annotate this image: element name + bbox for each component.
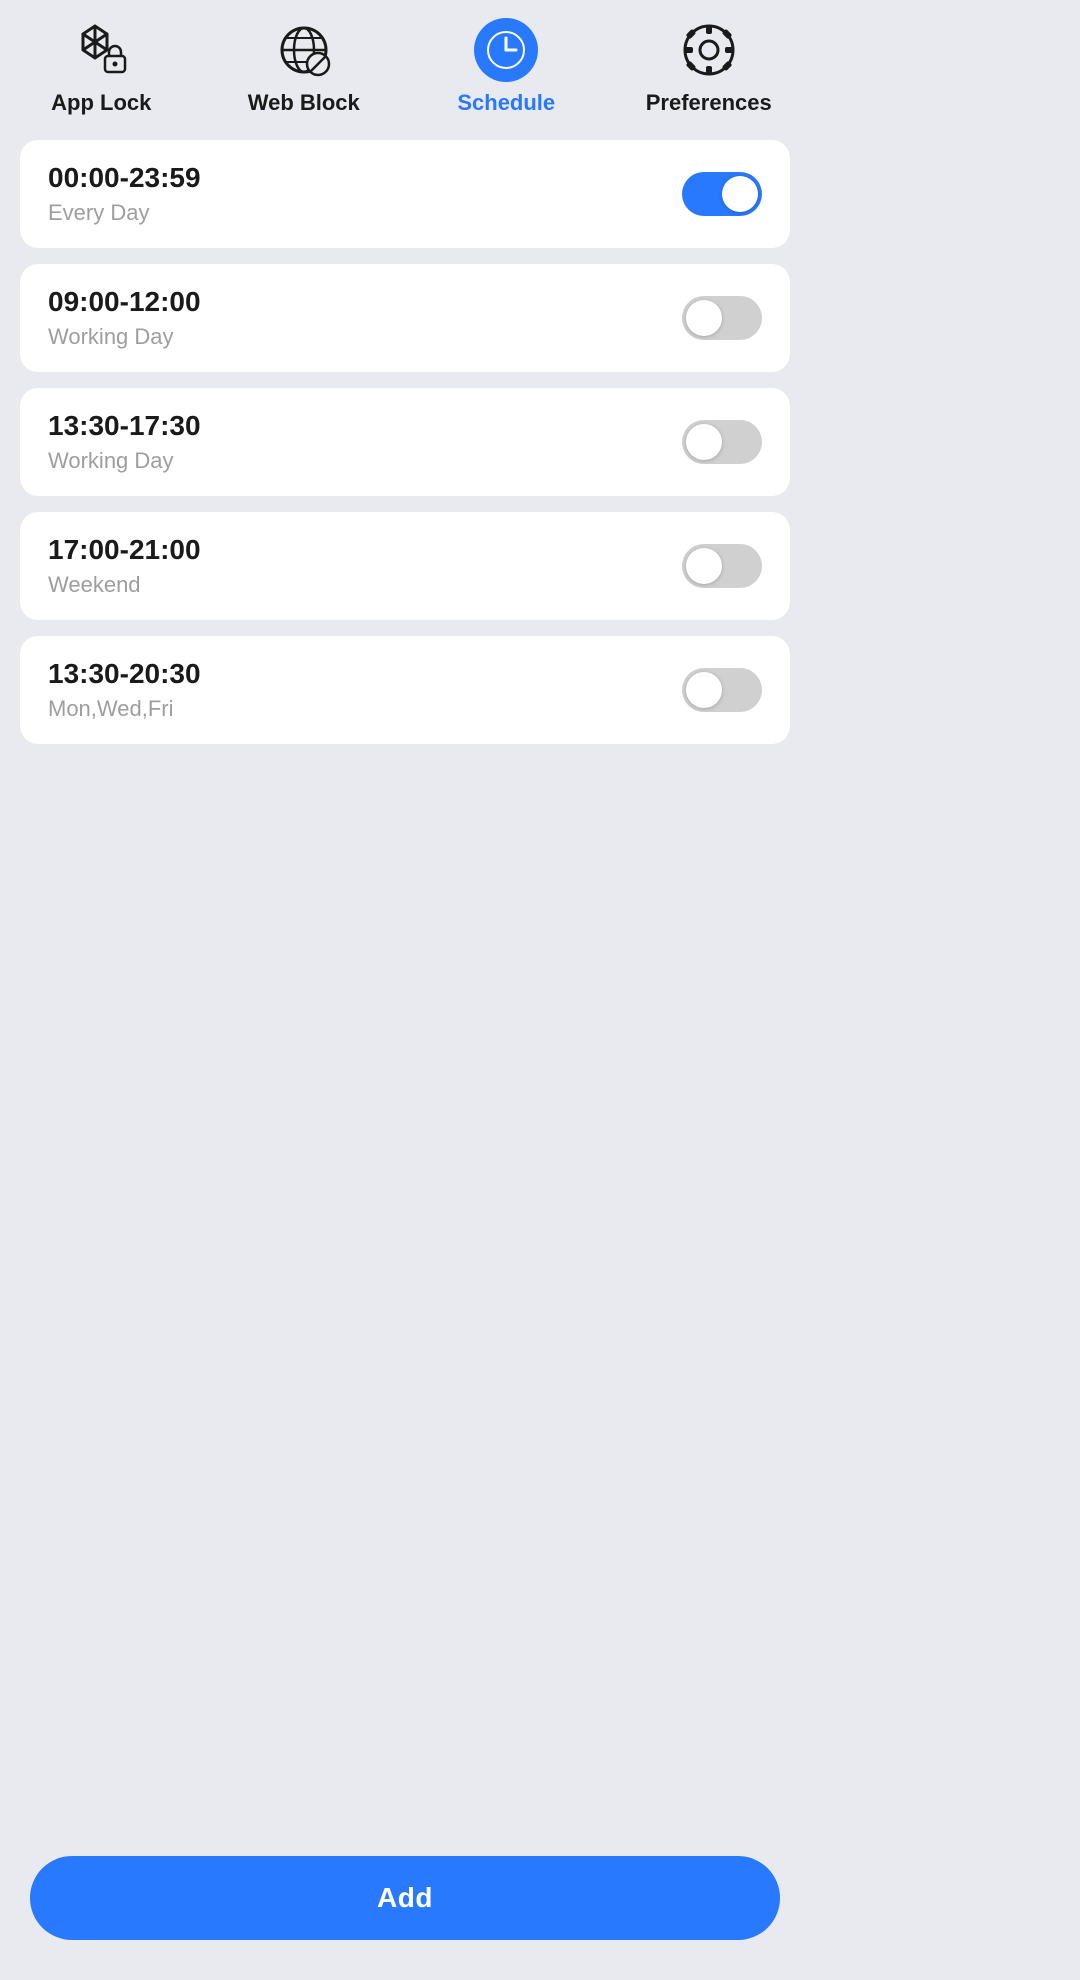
- nav-item-schedule[interactable]: Schedule: [405, 18, 608, 116]
- add-button[interactable]: Add: [30, 1856, 780, 1940]
- toggle-5[interactable]: [682, 668, 762, 712]
- schedule-days-3: Working Day: [48, 448, 201, 474]
- schedule-info-5: 13:30-20:30 Mon,Wed,Fri: [48, 658, 201, 722]
- nav-label-schedule: Schedule: [457, 90, 555, 116]
- schedule-info-4: 17:00-21:00 Weekend: [48, 534, 201, 598]
- toggle-knob-5: [686, 672, 722, 708]
- schedule-card-1: 00:00-23:59 Every Day: [20, 140, 790, 248]
- toggle-knob-2: [686, 300, 722, 336]
- nav-label-app-lock: App Lock: [51, 90, 151, 116]
- schedule-card-5: 13:30-20:30 Mon,Wed,Fri: [20, 636, 790, 744]
- schedule-time-2: 09:00-12:00: [48, 286, 201, 318]
- schedule-list: 00:00-23:59 Every Day 09:00-12:00 Workin…: [0, 128, 810, 1836]
- schedule-card-3: 13:30-17:30 Working Day: [20, 388, 790, 496]
- schedule-info-1: 00:00-23:59 Every Day: [48, 162, 201, 226]
- schedule-card-4: 17:00-21:00 Weekend: [20, 512, 790, 620]
- schedule-time-3: 13:30-17:30: [48, 410, 201, 442]
- nav-item-app-lock[interactable]: App Lock: [0, 18, 203, 116]
- schedule-time-4: 17:00-21:00: [48, 534, 201, 566]
- toggle-knob-4: [686, 548, 722, 584]
- schedule-time-1: 00:00-23:59: [48, 162, 201, 194]
- toggle-1[interactable]: [682, 172, 762, 216]
- preferences-icon: [677, 18, 741, 82]
- schedule-days-5: Mon,Wed,Fri: [48, 696, 201, 722]
- web-block-icon: [272, 18, 336, 82]
- schedule-days-2: Working Day: [48, 324, 201, 350]
- toggle-knob-1: [722, 176, 758, 212]
- toggle-2[interactable]: [682, 296, 762, 340]
- toggle-knob-3: [686, 424, 722, 460]
- schedule-icon: [474, 18, 538, 82]
- app-lock-icon: [69, 18, 133, 82]
- schedule-info-3: 13:30-17:30 Working Day: [48, 410, 201, 474]
- schedule-time-5: 13:30-20:30: [48, 658, 201, 690]
- nav-item-preferences[interactable]: Preferences: [608, 18, 811, 116]
- schedule-days-4: Weekend: [48, 572, 201, 598]
- schedule-card-2: 09:00-12:00 Working Day: [20, 264, 790, 372]
- add-button-container: Add: [0, 1836, 810, 1980]
- toggle-3[interactable]: [682, 420, 762, 464]
- top-nav: App Lock Web Block: [0, 0, 810, 128]
- nav-label-web-block: Web Block: [248, 90, 360, 116]
- nav-item-web-block[interactable]: Web Block: [203, 18, 406, 116]
- toggle-4[interactable]: [682, 544, 762, 588]
- schedule-days-1: Every Day: [48, 200, 201, 226]
- schedule-info-2: 09:00-12:00 Working Day: [48, 286, 201, 350]
- nav-label-preferences: Preferences: [646, 90, 772, 116]
